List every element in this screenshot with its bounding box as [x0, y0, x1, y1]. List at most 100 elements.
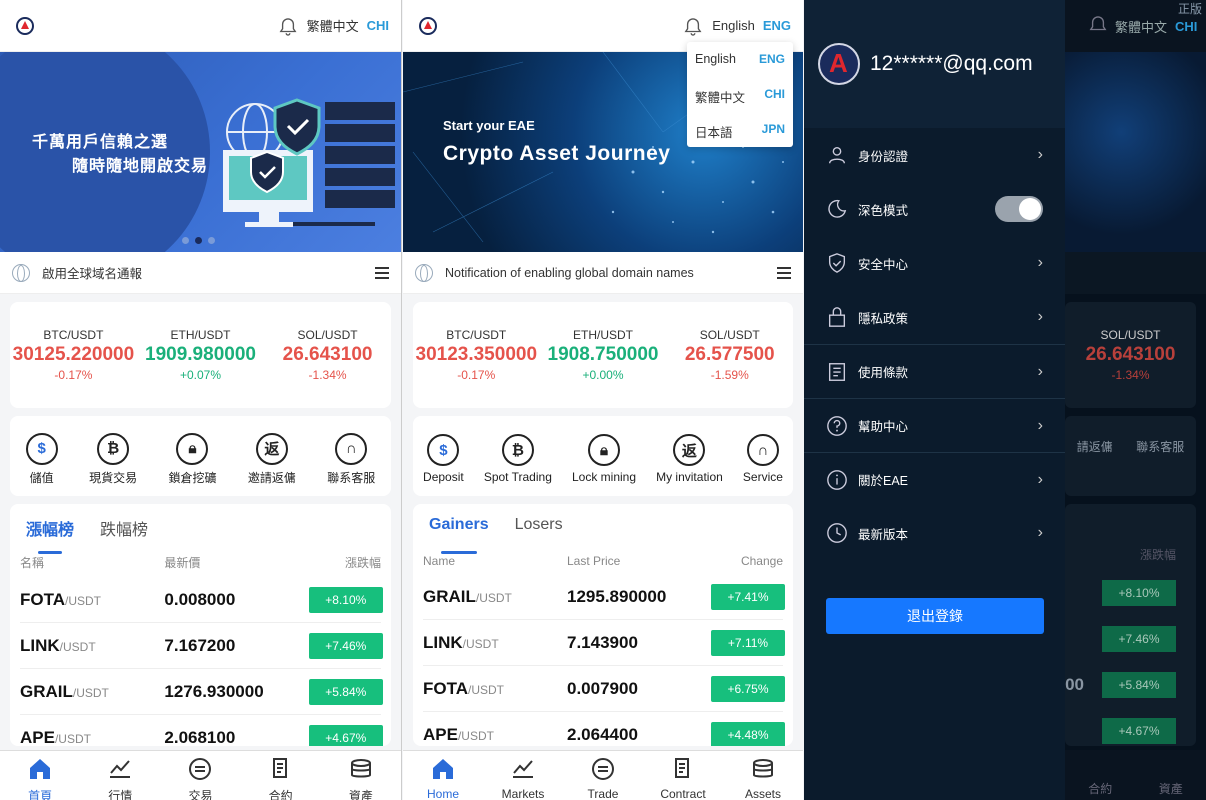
table-row[interactable]: FOTA/USDT 0.008000 +8.10%	[20, 577, 383, 623]
menu-icon[interactable]	[375, 264, 389, 282]
table-row[interactable]: GRAIL/USDT 1276.930000 +5.84%	[20, 669, 383, 715]
table-row[interactable]: LINK/USDT 7.143900 +7.11%	[423, 620, 785, 666]
lang-option-english[interactable]: English ENG	[687, 42, 793, 77]
nav-contract[interactable]: 合約	[241, 751, 321, 800]
menu-label: 使用條款	[858, 366, 909, 380]
nav-trade[interactable]: Trade	[563, 751, 643, 800]
ticker-item[interactable]: ETH/USDT 1908.750000 +0.00%	[540, 328, 667, 408]
promo-banner[interactable]: 千萬用戶信賴之選 隨時隨地開啟交易	[0, 52, 401, 252]
coin-name: APE	[20, 727, 55, 747]
action-label: Service	[742, 470, 783, 484]
ticker-item[interactable]: ETH/USDT 1909.980000 +0.07%	[137, 328, 264, 408]
ticker-pair: SOL/USDT	[699, 328, 760, 342]
banner-line1: Start your EAE	[443, 118, 535, 133]
lang-option-chinese[interactable]: 繁體中文 CHI	[687, 77, 793, 112]
menu-help-center[interactable]: 幫助中心 ›	[804, 398, 1065, 452]
spot-trading-button[interactable]: ₿ 現貨交易	[89, 432, 137, 486]
menu-icon[interactable]	[777, 264, 791, 282]
menu-identity-verification[interactable]: 身份認證 ›	[804, 128, 1065, 182]
ticker-price: 26.577500	[684, 344, 775, 365]
dark-mode-toggle[interactable]	[995, 196, 1043, 222]
ranking-card: Gainers Losers Name Last Price Change GR…	[413, 504, 793, 746]
nav-markets[interactable]: 行情	[80, 751, 160, 800]
tab-losers[interactable]: 跌幅榜	[100, 516, 148, 546]
service-button[interactable]: ∩ 聯系客服	[327, 432, 375, 486]
ticker-item[interactable]: BTC/USDT 30123.350000 -0.17%	[413, 328, 540, 408]
nav-home[interactable]: 首頁	[0, 751, 80, 800]
nav-trade[interactable]: 交易	[160, 751, 240, 800]
tab-losers[interactable]: Losers	[515, 516, 563, 546]
table-row[interactable]: GRAIL/USDT 1295.890000 +7.41%	[423, 574, 785, 620]
ticker-card: BTC/USDT 30125.220000 -0.17% ETH/USDT 19…	[10, 302, 391, 408]
menu-security-center[interactable]: 安全中心 ›	[804, 236, 1065, 290]
coin-price: 7.167200	[164, 635, 236, 655]
nav-label: 行情	[108, 789, 133, 800]
coin-name: LINK	[423, 632, 463, 652]
lock-mining-button[interactable]: 🔒︎ 鎖倉挖礦	[168, 432, 216, 486]
table-row[interactable]: APE/USDT 2.068100 +4.67%	[20, 715, 383, 747]
table-row[interactable]: LINK/USDT 7.167200 +7.46%	[20, 623, 383, 669]
deposit-button[interactable]: $ Deposit	[423, 434, 464, 484]
lock-mining-button[interactable]: 🔒︎ Lock mining	[572, 434, 636, 484]
logout-button[interactable]: 退出登錄	[826, 598, 1044, 634]
chevron-right-icon: ›	[1037, 362, 1043, 380]
nav-assets[interactable]: Assets	[723, 751, 803, 800]
change-badge: +4.48%	[711, 721, 785, 746]
coin-name: LINK	[20, 635, 60, 655]
bg-language-code: CHI	[1175, 18, 1198, 34]
ticker-item[interactable]: BTC/USDT 30125.220000 -0.17%	[10, 328, 137, 408]
ticker-item[interactable]: SOL/USDT 26.577500 -1.59%	[666, 328, 793, 408]
deposit-button[interactable]: $ 儲值	[25, 432, 58, 486]
lang-option-code: JPN	[761, 122, 785, 136]
language-code[interactable]: CHI	[367, 18, 389, 33]
change-badge: +5.84%	[308, 678, 383, 705]
lang-option-japanese[interactable]: 日本語 JPN	[687, 112, 793, 147]
clock-icon	[827, 523, 847, 543]
app-logo	[419, 16, 437, 35]
service-button[interactable]: ∩ Service	[743, 434, 783, 484]
menu-latest-version[interactable]: 最新版本 ›	[804, 506, 1065, 560]
chevron-right-icon: ›	[1037, 416, 1043, 434]
invitation-button[interactable]: 返 My invitation	[656, 434, 723, 484]
lock-icon: 🔒︎	[587, 434, 620, 466]
table-row[interactable]: APE/USDT 2.064400 +4.48%	[423, 712, 785, 746]
table-row[interactable]: FOTA/USDT 0.007900 +6.75%	[423, 666, 785, 712]
language-selector[interactable]: 繁體中文	[307, 16, 359, 35]
nav-label: Contract	[660, 787, 706, 800]
user-icon	[828, 146, 846, 164]
col-name: Name	[423, 554, 456, 568]
bg-corner-label: 正版	[1177, 2, 1202, 16]
coin-price: 7.143900	[567, 632, 638, 652]
coin-price: 1295.890000	[567, 586, 667, 606]
table-header: Name Last Price Change	[423, 546, 783, 574]
coin-quote: /USDT	[462, 636, 499, 651]
dimmed-background[interactable]: 繁體中文 CHI 正版 SOL/USDT 26.643100 -1.34% 請返…	[1065, 0, 1206, 800]
ticker-item[interactable]: SOL/USDT 26.643100 -1.34%	[264, 328, 391, 408]
menu-privacy-policy[interactable]: 隱私政策 ›	[804, 290, 1065, 344]
language-code[interactable]: ENG	[763, 18, 791, 33]
chevron-right-icon: ›	[1037, 524, 1043, 541]
coin-price: 2.064400	[567, 724, 638, 744]
action-label: 儲值	[29, 470, 54, 485]
menu-dark-mode[interactable]: 深色模式	[804, 182, 1065, 236]
bell-icon[interactable]	[684, 17, 702, 36]
notice-bar[interactable]: 啟用全球域名通報	[0, 252, 401, 294]
table-header: 名稱 最新價 漲跌幅	[20, 546, 381, 577]
language-selector[interactable]: English	[712, 18, 755, 33]
language-dropdown: English ENG 繁體中文 CHI 日本語 JPN	[687, 42, 793, 147]
notice-bar[interactable]: Notification of enabling global domain n…	[403, 252, 803, 294]
bg-change-badge: +8.10%	[1102, 580, 1176, 606]
nav-home[interactable]: Home	[403, 751, 483, 800]
bg-action-label: 請返傭	[1076, 440, 1113, 454]
tab-gainers[interactable]: 漲幅榜	[26, 516, 74, 554]
bell-icon[interactable]	[279, 17, 297, 36]
menu-about[interactable]: 關於EAE ›	[804, 452, 1065, 506]
nav-markets[interactable]: Markets	[483, 751, 563, 800]
nav-contract[interactable]: Contract	[643, 751, 723, 800]
tab-gainers[interactable]: Gainers	[429, 516, 489, 554]
rebate-icon: 返	[673, 434, 706, 466]
nav-assets[interactable]: 資產	[321, 751, 401, 800]
spot-trading-button[interactable]: ₿ Spot Trading	[484, 434, 552, 484]
menu-terms-of-use[interactable]: 使用條款 ›	[804, 344, 1065, 398]
invitation-button[interactable]: 返邀請返傭	[248, 432, 296, 486]
